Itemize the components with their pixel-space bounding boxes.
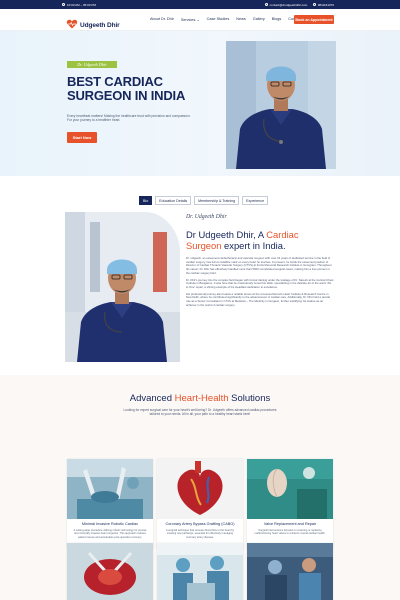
about-title-suffix: expert in India.: [221, 240, 286, 251]
about-body: Dr. Udgeeth, an esteemed cardiothoracic …: [186, 256, 334, 310]
about-paragraph: Dr. Udgeeth, an esteemed cardiothoracic …: [186, 256, 332, 275]
valve-surgery-image: [247, 459, 333, 519]
tab-bio[interactable]: Bio: [139, 196, 153, 205]
service-description: Surgical interventions focused on restor…: [254, 529, 326, 536]
hero-description: Every heartbeat matters! Making the heal…: [67, 114, 191, 123]
service-card-4[interactable]: [67, 543, 153, 600]
nav-case-studies[interactable]: Case Studies: [207, 17, 230, 22]
service-card-6[interactable]: [247, 543, 333, 600]
doctor-portrait: [226, 41, 336, 169]
robotic-surgery-image: [67, 459, 153, 519]
surgery-closeup-image: [67, 543, 153, 600]
email-text: contact@drudgeethdhir.com: [269, 2, 308, 7]
solutions-section: Advanced Heart-Health Solutions Looking …: [0, 375, 400, 600]
about-title: Dr Udgeeth Dhir, A Cardiac Surgeon exper…: [186, 229, 336, 251]
mail-icon: [265, 3, 269, 6]
start-now-button[interactable]: Start Now: [67, 132, 97, 143]
service-image-cabg: [157, 459, 243, 519]
service-title: Valve Replacement and Repair: [263, 522, 317, 526]
phone-text: 9811161070: [317, 2, 334, 7]
hero-title: BEST CARDIAC SURGEON IN INDIA: [67, 75, 217, 103]
service-description: A cutting-edge procedure utilizing robot…: [73, 529, 147, 539]
heart-model-image: [157, 459, 243, 519]
hero-name-tag: Dr. Udgeeth Dhir: [67, 61, 117, 68]
about-paragraph: His professional journey also boasts a n…: [186, 291, 330, 307]
office-hours-text: 10:00 AM – 05:00 PM: [67, 2, 96, 7]
about-doctor-photo: [65, 212, 180, 362]
solutions-title-prefix: Advanced: [129, 393, 175, 404]
email-link[interactable]: contact@drudgeethdhir.com: [265, 3, 307, 7]
tab-experience[interactable]: Experience: [242, 196, 269, 205]
book-appointment-button[interactable]: Book an Appointment: [294, 15, 334, 24]
service-image-6: [247, 543, 333, 600]
service-image-valve: [247, 459, 333, 519]
doctor-illustration: [226, 41, 336, 169]
nav-news[interactable]: News: [236, 17, 246, 22]
service-image-robotic: [67, 459, 153, 519]
hero-title-line-2: SURGEON IN INDIA: [67, 88, 186, 103]
service-image-4: [67, 543, 153, 600]
tab-education[interactable]: Education Details: [155, 196, 192, 205]
surgical-team-image: [157, 543, 243, 600]
site-header: Udgeeth Dhir Cardiac Surgeon About Dr. D…: [0, 9, 400, 33]
clock-icon: [62, 3, 65, 6]
signature-text: Dr. Udgeeth Dhir: [186, 214, 227, 220]
service-image-5: [157, 543, 243, 600]
about-title-prefix: Dr Udgeeth Dhir, A: [186, 229, 267, 240]
nav-about[interactable]: About Dr. Dhir: [150, 17, 174, 22]
phone-link[interactable]: 9811161070: [313, 3, 334, 7]
about-paragraph: Dr. Dhir's journey into the complex fiel…: [186, 277, 334, 289]
doctor-corridor-illustration: [65, 212, 180, 362]
top-bar: 10:00 AM – 05:00 PM contact@drudgeethdhi…: [0, 0, 400, 9]
about-tabs: Bio Education Details Membership & Train…: [139, 196, 269, 205]
service-card-valve[interactable]: Valve Replacement and Repair Surgical in…: [247, 459, 333, 549]
logo-name: Udgeeth Dhir: [80, 22, 120, 29]
service-title: Coronary Artery Bypass Grafting (CABG): [165, 522, 235, 526]
nav-blogs[interactable]: Blogs: [272, 17, 282, 22]
nav-gallery[interactable]: Gallery: [253, 17, 265, 22]
heart-logo-icon: [66, 19, 78, 28]
service-card-robotic[interactable]: Minimal Invasive Robotic Cardiac A cutti…: [67, 459, 153, 549]
service-description: A surgical technique that reroutes blood…: [165, 529, 235, 539]
solutions-description: Looking for expert surgical care for you…: [123, 408, 277, 417]
solutions-title-suffix: Solutions: [228, 393, 271, 404]
solutions-title-highlight: Heart-Health: [174, 393, 229, 404]
service-card-cabg[interactable]: Coronary Artery Bypass Grafting (CABG) A…: [157, 459, 243, 549]
nav-services[interactable]: Services ⌄: [181, 17, 200, 22]
phone-icon: [313, 3, 317, 6]
tab-membership[interactable]: Membership & Training: [194, 196, 240, 205]
hero-title-line-1: BEST CARDIAC: [67, 74, 163, 89]
office-hours: 10:00 AM – 05:00 PM: [62, 3, 96, 7]
service-title: Minimal Invasive Robotic Cardiac: [81, 522, 139, 526]
hero-section: Dr. Udgeeth Dhir BEST CARDIAC SURGEON IN…: [0, 31, 400, 176]
operating-room-image: [247, 543, 333, 600]
service-card-5[interactable]: [157, 543, 243, 600]
main-nav: About Dr. Dhir Services ⌄ Case Studies N…: [150, 17, 307, 22]
solutions-title: Advanced Heart-Health Solutions: [0, 393, 400, 404]
